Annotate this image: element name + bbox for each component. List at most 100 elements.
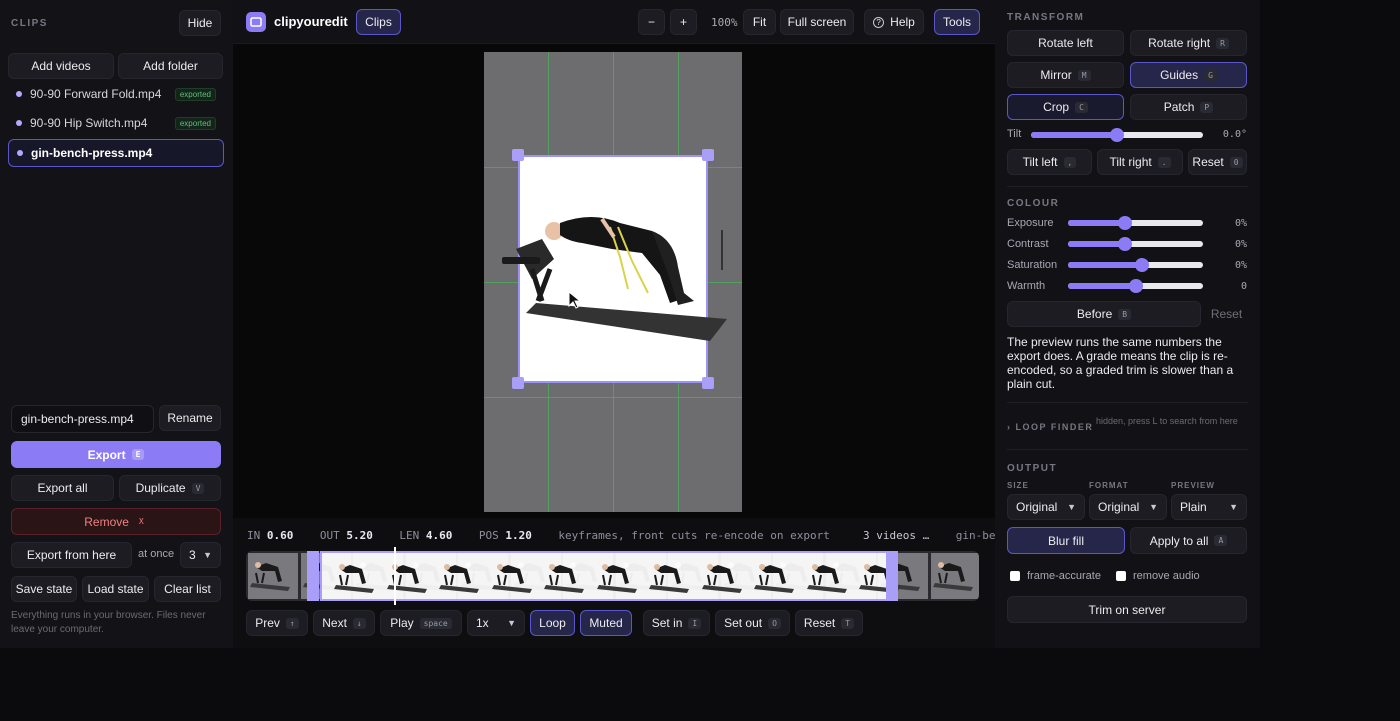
reset-tilt-button[interactable]: Reset 0 bbox=[1188, 149, 1247, 175]
save-state-button[interactable]: Save state bbox=[11, 576, 77, 602]
clip-item[interactable]: 90-90 Forward Fold.mp4 exported bbox=[8, 81, 224, 107]
at-once-select[interactable]: 3 ▼ bbox=[180, 542, 221, 568]
remove-audio-checkbox[interactable] bbox=[1116, 571, 1126, 581]
before-button[interactable]: Before B bbox=[1007, 301, 1201, 327]
reset-colour-button[interactable]: Reset bbox=[1206, 301, 1247, 327]
trim-info: IN 0.60 OUT 5.20 LEN 4.60 POS 1.20 keyfr… bbox=[247, 529, 1042, 542]
mirror-shortcut: M bbox=[1077, 69, 1091, 81]
muted-toggle[interactable]: Muted bbox=[580, 610, 632, 636]
clip-name: 90-90 Hip Switch.mp4 bbox=[30, 116, 148, 130]
zoom-out-button[interactable]: − bbox=[638, 9, 665, 35]
crop-handle[interactable] bbox=[512, 149, 524, 161]
prev-button[interactable]: Prev ↑ bbox=[246, 610, 308, 636]
warmth-slider[interactable] bbox=[1068, 279, 1203, 293]
trim-out-handle[interactable] bbox=[886, 551, 898, 601]
video-preview[interactable] bbox=[233, 44, 995, 518]
zoom-in-button[interactable]: + bbox=[670, 9, 697, 35]
slider-fill bbox=[1068, 283, 1136, 289]
clip-item-selected[interactable]: gin-bench-press.mp4 bbox=[8, 139, 224, 167]
slider-knob[interactable] bbox=[1110, 128, 1124, 142]
tilt-slider[interactable] bbox=[1031, 128, 1203, 142]
trim-in-handle[interactable] bbox=[307, 551, 319, 601]
saturation-slider[interactable] bbox=[1068, 258, 1203, 272]
fit-button[interactable]: Fit bbox=[743, 9, 776, 35]
add-folder-button[interactable]: Add folder bbox=[118, 53, 223, 79]
guides-toggle[interactable]: Guides G bbox=[1130, 62, 1247, 88]
tools-button[interactable]: Tools bbox=[934, 9, 980, 35]
divider bbox=[1007, 449, 1248, 450]
remove-audio-label: remove audio bbox=[1133, 570, 1200, 582]
slider-fill bbox=[1031, 132, 1117, 138]
out-value: 5.20 bbox=[346, 529, 373, 542]
timeline-thumbnail bbox=[385, 555, 435, 601]
clip-item[interactable]: 90-90 Hip Switch.mp4 exported bbox=[8, 110, 224, 136]
clip-dot-icon bbox=[16, 91, 22, 97]
trim-on-server-button[interactable]: Trim on server bbox=[1007, 596, 1247, 623]
add-videos-button[interactable]: Add videos bbox=[8, 53, 114, 79]
format-select[interactable]: Original ▼ bbox=[1089, 494, 1167, 520]
in-value: 0.60 bbox=[266, 529, 294, 542]
apply-to-all-button[interactable]: Apply to all A bbox=[1130, 527, 1247, 554]
exposure-slider[interactable] bbox=[1068, 216, 1203, 230]
next-button[interactable]: Next ↓ bbox=[313, 610, 375, 636]
duplicate-button[interactable]: Duplicate V bbox=[119, 475, 221, 501]
bench-press-figure bbox=[502, 217, 727, 341]
tilt-left-button[interactable]: Tilt left, bbox=[1007, 149, 1092, 175]
timeline-thumbnail bbox=[248, 553, 298, 599]
set-in-button[interactable]: Set in I bbox=[643, 610, 710, 636]
exposure-label: Exposure bbox=[1007, 217, 1054, 229]
timeline-thumbnail bbox=[700, 555, 750, 601]
slider-knob[interactable] bbox=[1117, 216, 1132, 230]
speed-select[interactable]: 1x ▼ bbox=[467, 610, 525, 636]
preview-select[interactable]: Plain ▼ bbox=[1171, 494, 1247, 520]
rotate-right-button[interactable]: Rotate right R bbox=[1130, 30, 1247, 56]
playhead[interactable] bbox=[394, 547, 396, 605]
zoom-level: 100% bbox=[711, 16, 738, 29]
guides-label: Guides bbox=[1160, 68, 1199, 82]
frame-accurate-checkbox[interactable] bbox=[1010, 571, 1020, 581]
help-button[interactable]: ? Help bbox=[864, 9, 924, 35]
next-label: Next bbox=[322, 616, 347, 630]
timeline[interactable] bbox=[246, 551, 979, 601]
set-out-button[interactable]: Set out O bbox=[715, 610, 790, 636]
export-from-here-button[interactable]: Export from here bbox=[11, 542, 132, 568]
slider-knob[interactable] bbox=[1128, 279, 1143, 293]
slider-knob[interactable] bbox=[1117, 237, 1132, 251]
blur-fill-toggle[interactable]: Blur fill bbox=[1007, 527, 1125, 554]
trim-selection[interactable] bbox=[320, 551, 899, 601]
clip-dot-icon bbox=[17, 150, 23, 156]
size-select[interactable]: Original ▼ bbox=[1007, 494, 1085, 520]
crop-handle[interactable] bbox=[702, 377, 714, 389]
crop-box[interactable] bbox=[502, 155, 727, 383]
preview-value: Plain bbox=[1180, 500, 1207, 514]
tilt-left-label: Tilt left bbox=[1022, 155, 1058, 169]
rename-button[interactable]: Rename bbox=[159, 405, 221, 431]
load-state-button[interactable]: Load state bbox=[82, 576, 149, 602]
loop-finder-toggle[interactable]: › LOOP FINDER bbox=[1007, 422, 1093, 432]
hide-button[interactable]: Hide bbox=[179, 10, 221, 36]
clear-list-button[interactable]: Clear list bbox=[154, 576, 221, 602]
prev-shortcut: ↑ bbox=[285, 617, 299, 629]
remove-button[interactable]: Remove X bbox=[11, 508, 221, 535]
colour-title: COLOUR bbox=[1007, 198, 1060, 209]
reset-trim-button[interactable]: Reset T bbox=[795, 610, 863, 636]
tab-clips[interactable]: Clips bbox=[356, 9, 401, 35]
full-screen-button[interactable]: Full screen bbox=[780, 9, 854, 35]
tilt-right-button[interactable]: Tilt right. bbox=[1097, 149, 1183, 175]
slider-knob[interactable] bbox=[1135, 258, 1150, 272]
exported-badge: exported bbox=[174, 87, 216, 101]
play-button[interactable]: Play space bbox=[380, 610, 462, 636]
rotate-left-button[interactable]: Rotate left bbox=[1007, 30, 1124, 56]
crop-handle[interactable] bbox=[702, 149, 714, 161]
saturation-label: Saturation bbox=[1007, 259, 1058, 271]
mirror-button[interactable]: Mirror M bbox=[1007, 62, 1124, 88]
export-all-button[interactable]: Export all bbox=[11, 475, 114, 501]
loop-toggle[interactable]: Loop bbox=[530, 610, 575, 636]
warmth-label: Warmth bbox=[1007, 280, 1046, 292]
clip-name-input[interactable]: gin-bench-press.mp4 bbox=[11, 405, 154, 433]
contrast-slider[interactable] bbox=[1068, 237, 1203, 251]
crop-toggle[interactable]: Crop C bbox=[1007, 94, 1124, 120]
export-button[interactable]: Export E bbox=[11, 441, 221, 468]
crop-handle[interactable] bbox=[512, 377, 524, 389]
patch-button[interactable]: Patch P bbox=[1130, 94, 1247, 120]
